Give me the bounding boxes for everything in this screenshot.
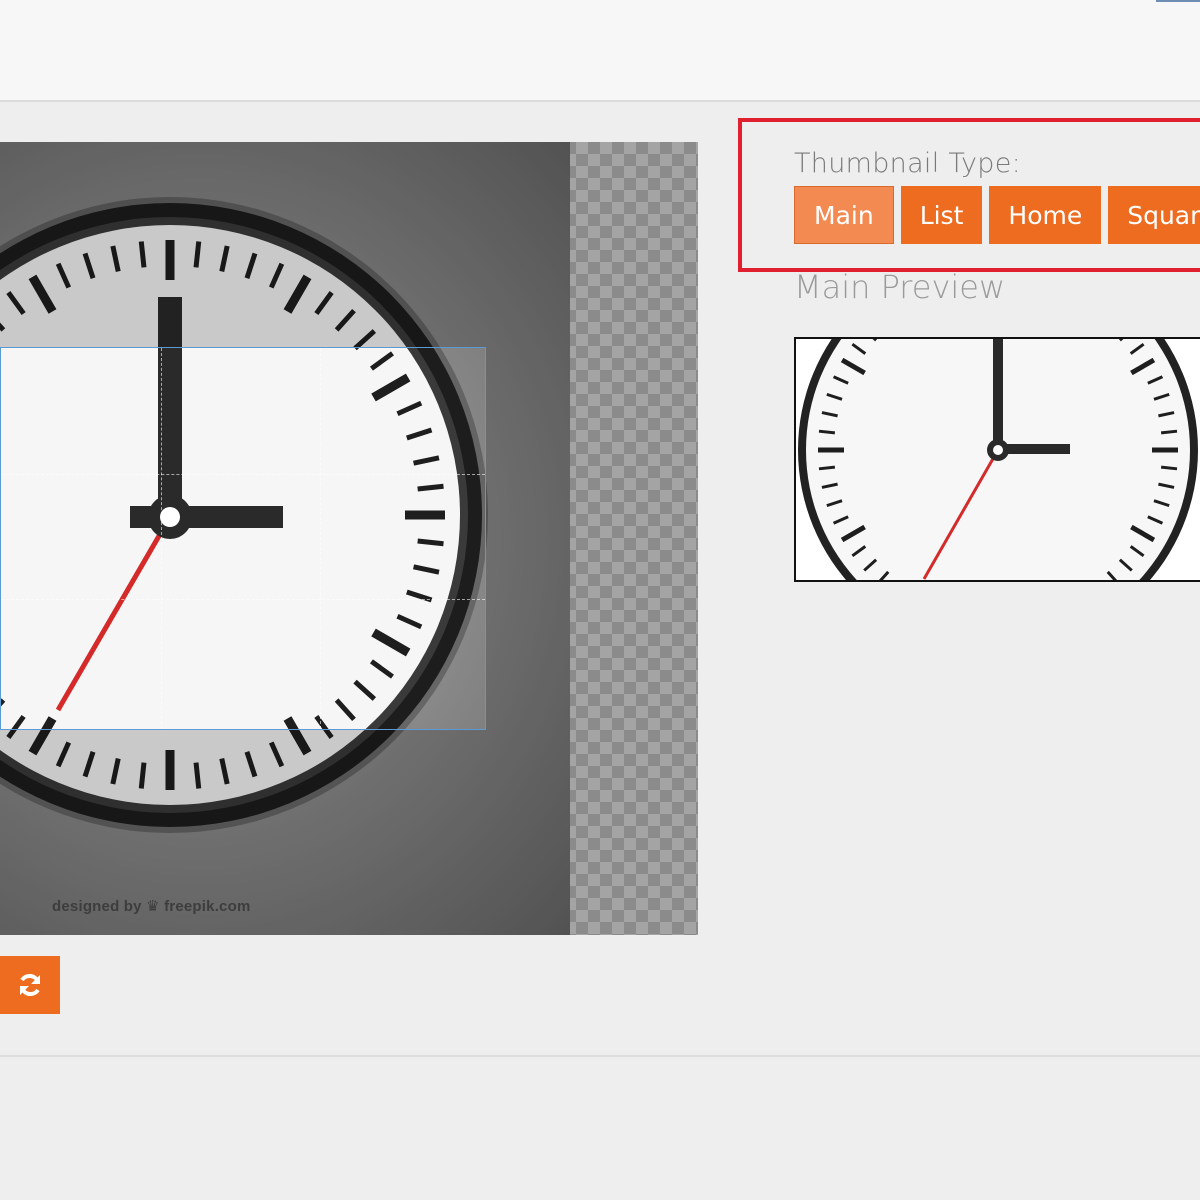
clock-tick [818,465,836,471]
preview-image-box [794,337,1200,582]
image-watermark: designed by ♛ freepik.com [52,898,251,915]
crop-selection-box[interactable] [0,347,486,730]
crop-shade-top [0,142,570,347]
preview-title: Main Preview [794,268,1006,306]
refresh-button[interactable] [0,956,60,1014]
tab-list[interactable]: List [900,186,983,244]
refresh-icon [20,974,40,996]
tab-square[interactable]: Square [1108,186,1200,244]
crop-guide-line [1,473,485,475]
preview-clock-image [798,339,1198,580]
crop-shade-right [486,347,570,730]
thumbnail-type-tabs: Main List Home Square [794,186,1200,244]
top-header-bar [0,0,1200,102]
crop-guide-line [160,348,162,729]
thumbnail-type-label: Thumbnail Type: [794,148,1022,179]
clock-tick [1160,465,1178,471]
clock-tick [1160,429,1178,435]
header-edge-accent [1156,0,1200,2]
crop-guide-line [320,348,322,729]
transparent-area [570,142,698,935]
section-divider [0,1055,1200,1057]
crop-guide-line [1,599,485,601]
image-crop-editor[interactable]: designed by ♛ freepik.com [0,142,698,935]
clock-tick [818,429,836,435]
tab-home[interactable]: Home [989,186,1102,244]
source-image: designed by ♛ freepik.com [0,142,570,935]
tab-main[interactable]: Main [794,186,894,244]
